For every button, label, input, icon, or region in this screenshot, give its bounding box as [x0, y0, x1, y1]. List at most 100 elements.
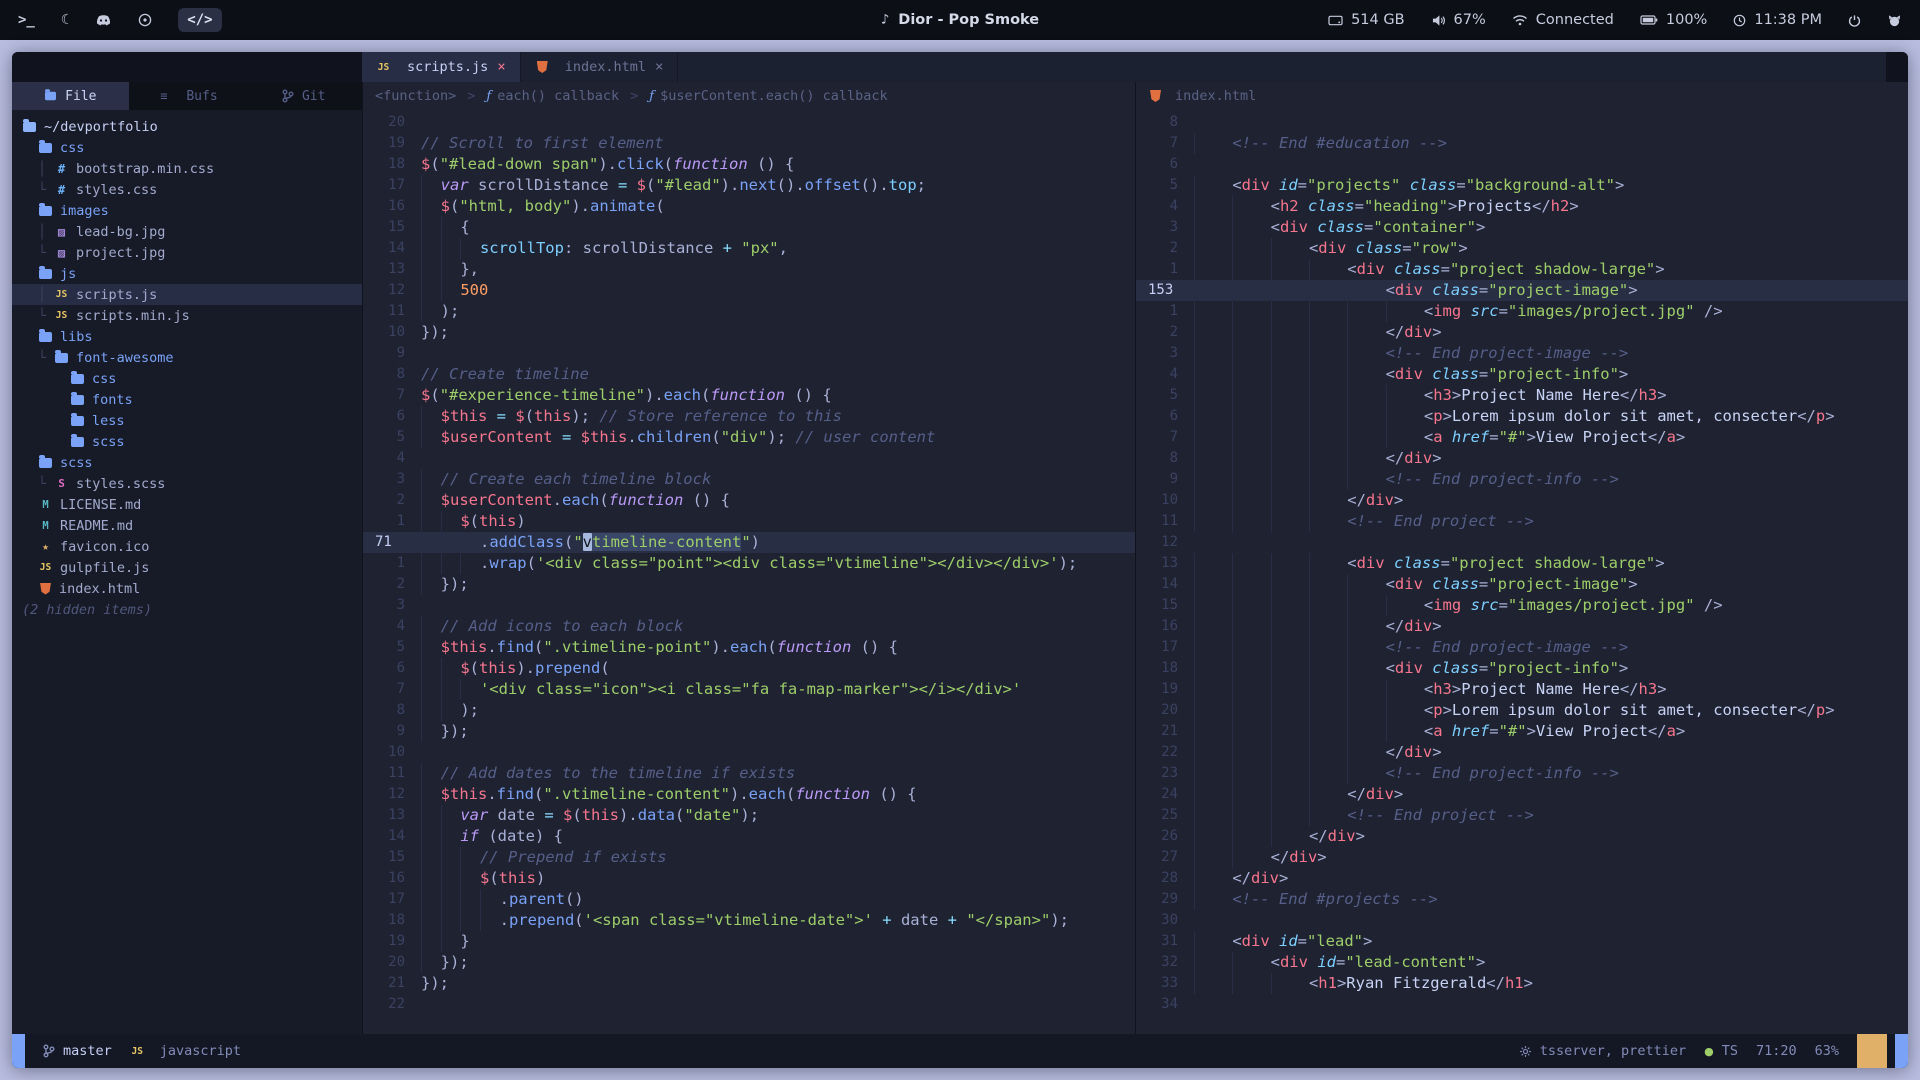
disk-status[interactable]: 514 GB: [1328, 12, 1404, 28]
tree-item[interactable]: └▨project.jpg: [12, 242, 362, 263]
code-line[interactable]: 8);: [363, 700, 1135, 721]
code-line[interactable]: 20: [363, 112, 1135, 133]
tree-item[interactable]: JSgulpfile.js: [12, 557, 362, 578]
code-line[interactable]: 10: [363, 742, 1135, 763]
disc-icon[interactable]: [138, 13, 152, 27]
code-line[interactable]: 8: [1136, 112, 1908, 133]
close-icon[interactable]: ×: [497, 59, 505, 75]
tab-file[interactable]: File: [12, 82, 129, 110]
code-line[interactable]: 13var date = $(this).data("date");: [363, 805, 1135, 826]
code-line[interactable]: 5$userContent = $this.children("div"); /…: [363, 427, 1135, 448]
code-line[interactable]: 2$userContent.each(function () {: [363, 490, 1135, 511]
code-line[interactable]: 16$(this): [363, 868, 1135, 889]
network-status[interactable]: Connected: [1512, 12, 1614, 28]
tree-item[interactable]: │#bootstrap.min.css: [12, 158, 362, 179]
discord-icon[interactable]: [95, 14, 112, 27]
code-line[interactable]: 17.parent(): [363, 889, 1135, 910]
tree-item[interactable]: scss: [12, 452, 362, 473]
code-line[interactable]: 19<h3>Project Name Here</h3>: [1136, 679, 1908, 700]
breadcrumb-item[interactable]: index.html: [1148, 88, 1256, 104]
code-line[interactable]: 15// Prepend if exists: [363, 847, 1135, 868]
tree-item[interactable]: │▨lead-bg.jpg: [12, 221, 362, 242]
code-line[interactable]: 17var scrollDistance = $("#lead").next()…: [363, 175, 1135, 196]
code-line[interactable]: 14if (date) {: [363, 826, 1135, 847]
code-line[interactable]: 11<!-- End project -->: [1136, 511, 1908, 532]
code-line[interactable]: 19}: [363, 931, 1135, 952]
terminal-icon[interactable]: >_: [18, 12, 35, 28]
code-line[interactable]: 6$(this).prepend(: [363, 658, 1135, 679]
code-line[interactable]: 16$("html, body").animate(: [363, 196, 1135, 217]
code-line[interactable]: 25<!-- End project -->: [1136, 805, 1908, 826]
code-line[interactable]: 1$(this): [363, 511, 1135, 532]
code-line[interactable]: 12500: [363, 280, 1135, 301]
code-line[interactable]: 3<!-- End project-image -->: [1136, 343, 1908, 364]
code-line[interactable]: 12$this.find(".vtimeline-content").each(…: [363, 784, 1135, 805]
code-line[interactable]: 153<div class="project-image">: [1136, 280, 1908, 301]
code-line[interactable]: 24</div>: [1136, 784, 1908, 805]
code-area-index-html[interactable]: 87<!-- End #education -->65<div id="proj…: [1136, 110, 1908, 1034]
breadcrumb-item[interactable]: ƒeach() callback: [486, 88, 619, 104]
tab-scripts-js[interactable]: JS scripts.js ×: [362, 52, 521, 82]
breadcrumb-item[interactable]: ƒ$userContent.each() callback: [649, 88, 887, 104]
code-line[interactable]: 6$this = $(this); // Store reference to …: [363, 406, 1135, 427]
tree-item[interactable]: js: [12, 263, 362, 284]
breadcrumb-item[interactable]: <function>: [375, 88, 456, 104]
code-line[interactable]: 9<!-- End project-info -->: [1136, 469, 1908, 490]
tab-index-html[interactable]: index.html ×: [521, 52, 679, 82]
tree-item[interactable]: images: [12, 200, 362, 221]
volume-status[interactable]: 67%: [1431, 12, 1486, 28]
code-line[interactable]: 4<div class="project-info">: [1136, 364, 1908, 385]
tab-git[interactable]: Git: [245, 82, 362, 110]
code-line[interactable]: 2</div>: [1136, 322, 1908, 343]
code-line[interactable]: 22</div>: [1136, 742, 1908, 763]
code-line[interactable]: 5<div id="projects" class="background-al…: [1136, 175, 1908, 196]
power-icon[interactable]: [1848, 14, 1861, 27]
code-line[interactable]: 1<img src="images/project.jpg" />: [1136, 301, 1908, 322]
moon-icon[interactable]: ☾: [61, 12, 69, 28]
code-line[interactable]: 20});: [363, 952, 1135, 973]
tree-item[interactable]: MREADME.md: [12, 515, 362, 536]
code-line[interactable]: 27</div>: [1136, 847, 1908, 868]
code-line[interactable]: 23<!-- End project-info -->: [1136, 763, 1908, 784]
code-line[interactable]: 71.addClass("vtimeline-content"): [363, 532, 1135, 553]
code-line[interactable]: 6: [1136, 154, 1908, 175]
tree-item[interactable]: ~/devportfolio: [12, 116, 362, 137]
code-line[interactable]: 15{: [363, 217, 1135, 238]
tree-item[interactable]: css: [12, 137, 362, 158]
now-playing[interactable]: ♪ Dior - Pop Smoke: [881, 0, 1039, 40]
code-line[interactable]: 10</div>: [1136, 490, 1908, 511]
code-line[interactable]: 30: [1136, 910, 1908, 931]
code-line[interactable]: 21});: [363, 973, 1135, 994]
code-line[interactable]: 16</div>: [1136, 616, 1908, 637]
code-line[interactable]: 1.wrap('<div class="point"><div class="v…: [363, 553, 1135, 574]
tree-item[interactable]: └font-awesome: [12, 347, 362, 368]
tree-item[interactable]: │JSscripts.js: [12, 284, 362, 305]
tree-item[interactable]: less: [12, 410, 362, 431]
tree-item[interactable]: index.html: [12, 578, 362, 599]
code-line[interactable]: 3// Create each timeline block: [363, 469, 1135, 490]
tray-cat-icon[interactable]: [1887, 14, 1902, 27]
code-line[interactable]: 7<!-- End #education -->: [1136, 133, 1908, 154]
code-line[interactable]: 4<h2 class="heading">Projects</h2>: [1136, 196, 1908, 217]
code-line[interactable]: 5<h3>Project Name Here</h3>: [1136, 385, 1908, 406]
code-line[interactable]: 11// Add dates to the timeline if exists: [363, 763, 1135, 784]
code-line[interactable]: 31<div id="lead">: [1136, 931, 1908, 952]
code-line[interactable]: 2});: [363, 574, 1135, 595]
tab-bufs[interactable]: ≡ Bufs: [129, 82, 246, 110]
code-line[interactable]: 32<div id="lead-content">: [1136, 952, 1908, 973]
code-line[interactable]: 1<div class="project shadow-large">: [1136, 259, 1908, 280]
code-line[interactable]: 6<p>Lorem ipsum dolor sit amet, consecte…: [1136, 406, 1908, 427]
code-line[interactable]: 19// Scroll to first element: [363, 133, 1135, 154]
close-icon[interactable]: ×: [655, 59, 663, 75]
code-line[interactable]: 4// Add icons to each block: [363, 616, 1135, 637]
tree-item[interactable]: └JSscripts.min.js: [12, 305, 362, 326]
code-line[interactable]: 13},: [363, 259, 1135, 280]
code-line[interactable]: 4: [363, 448, 1135, 469]
code-line[interactable]: 5$this.find(".vtimeline-point").each(fun…: [363, 637, 1135, 658]
code-line[interactable]: 15<img src="images/project.jpg" />: [1136, 595, 1908, 616]
code-line[interactable]: 7'<div class="icon"><i class="fa fa-map-…: [363, 679, 1135, 700]
code-line[interactable]: 7$("#experience-timeline").each(function…: [363, 385, 1135, 406]
tree-item[interactable]: (2 hidden items): [12, 599, 362, 620]
code-line[interactable]: 8// Create timeline: [363, 364, 1135, 385]
code-line[interactable]: 10});: [363, 322, 1135, 343]
